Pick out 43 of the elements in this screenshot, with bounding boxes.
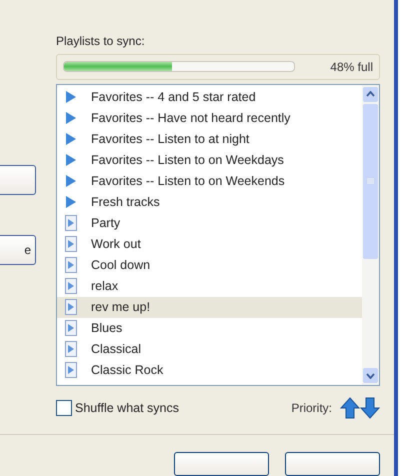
- auto-playlist-icon: [65, 132, 77, 146]
- playlist-icon: [65, 257, 77, 274]
- playlist-item[interactable]: Favorites -- Listen to on Weekdays: [57, 150, 362, 171]
- playlists-heading: Playlists to sync:: [56, 34, 146, 48]
- auto-playlist-icon: [65, 174, 77, 188]
- playlist-icon: [65, 362, 77, 378]
- capacity-reading: 48% full: [329, 60, 373, 74]
- playlist-item[interactable]: Blues: [57, 318, 362, 339]
- playlist-item[interactable]: Favorites -- Listen to on Weekends: [57, 170, 362, 192]
- dialog-button[interactable]: [285, 452, 380, 476]
- playlist-icon: [65, 278, 77, 294]
- playlist-item[interactable]: Work out: [57, 234, 362, 255]
- shuffle-checkbox[interactable]: [56, 400, 72, 416]
- up-arrow-icon[interactable]: [340, 397, 360, 420]
- playlist-icon: [65, 236, 77, 252]
- playlist-icon: [65, 215, 77, 232]
- side-button[interactable]: e: [0, 235, 36, 265]
- shuffle-label: Shuffle what syncs: [75, 401, 180, 416]
- playlist-item[interactable]: Party: [57, 212, 362, 234]
- playlist-icon: [65, 341, 77, 358]
- playlist-item[interactable]: Favorites -- 4 and 5 star rated: [57, 86, 362, 108]
- scroll-thumb[interactable]: [363, 104, 378, 259]
- playlist-item[interactable]: rev me up!: [57, 296, 362, 318]
- scroll-up-icon[interactable]: [363, 86, 378, 102]
- auto-playlist-icon: [65, 90, 77, 104]
- side-button[interactable]: [0, 165, 36, 195]
- priority-label: Priority:: [291, 401, 332, 416]
- playlist-item[interactable]: Cool down: [57, 254, 362, 276]
- auto-playlist-icon: [65, 153, 77, 168]
- playlist-item[interactable]: Classical: [57, 338, 362, 360]
- scroll-down-icon[interactable]: [363, 368, 378, 384]
- playlist-item[interactable]: Favorites -- Listen to at night: [57, 128, 362, 150]
- playlist-item[interactable]: Favorites -- Have not heard recently: [57, 108, 362, 129]
- auto-playlist-icon: [65, 111, 77, 126]
- playlist-icon: [65, 320, 77, 336]
- playlist-item[interactable]: relax: [57, 276, 362, 297]
- down-arrow-icon[interactable]: [360, 397, 380, 420]
- playlist-item[interactable]: Classic Rock: [57, 360, 362, 381]
- playlist-icon: [65, 299, 77, 316]
- auto-playlist-icon: [65, 195, 77, 210]
- scrollbar[interactable]: [362, 84, 379, 386]
- dialog-button[interactable]: [174, 452, 269, 476]
- playlist-item[interactable]: Fresh tracks: [57, 192, 362, 213]
